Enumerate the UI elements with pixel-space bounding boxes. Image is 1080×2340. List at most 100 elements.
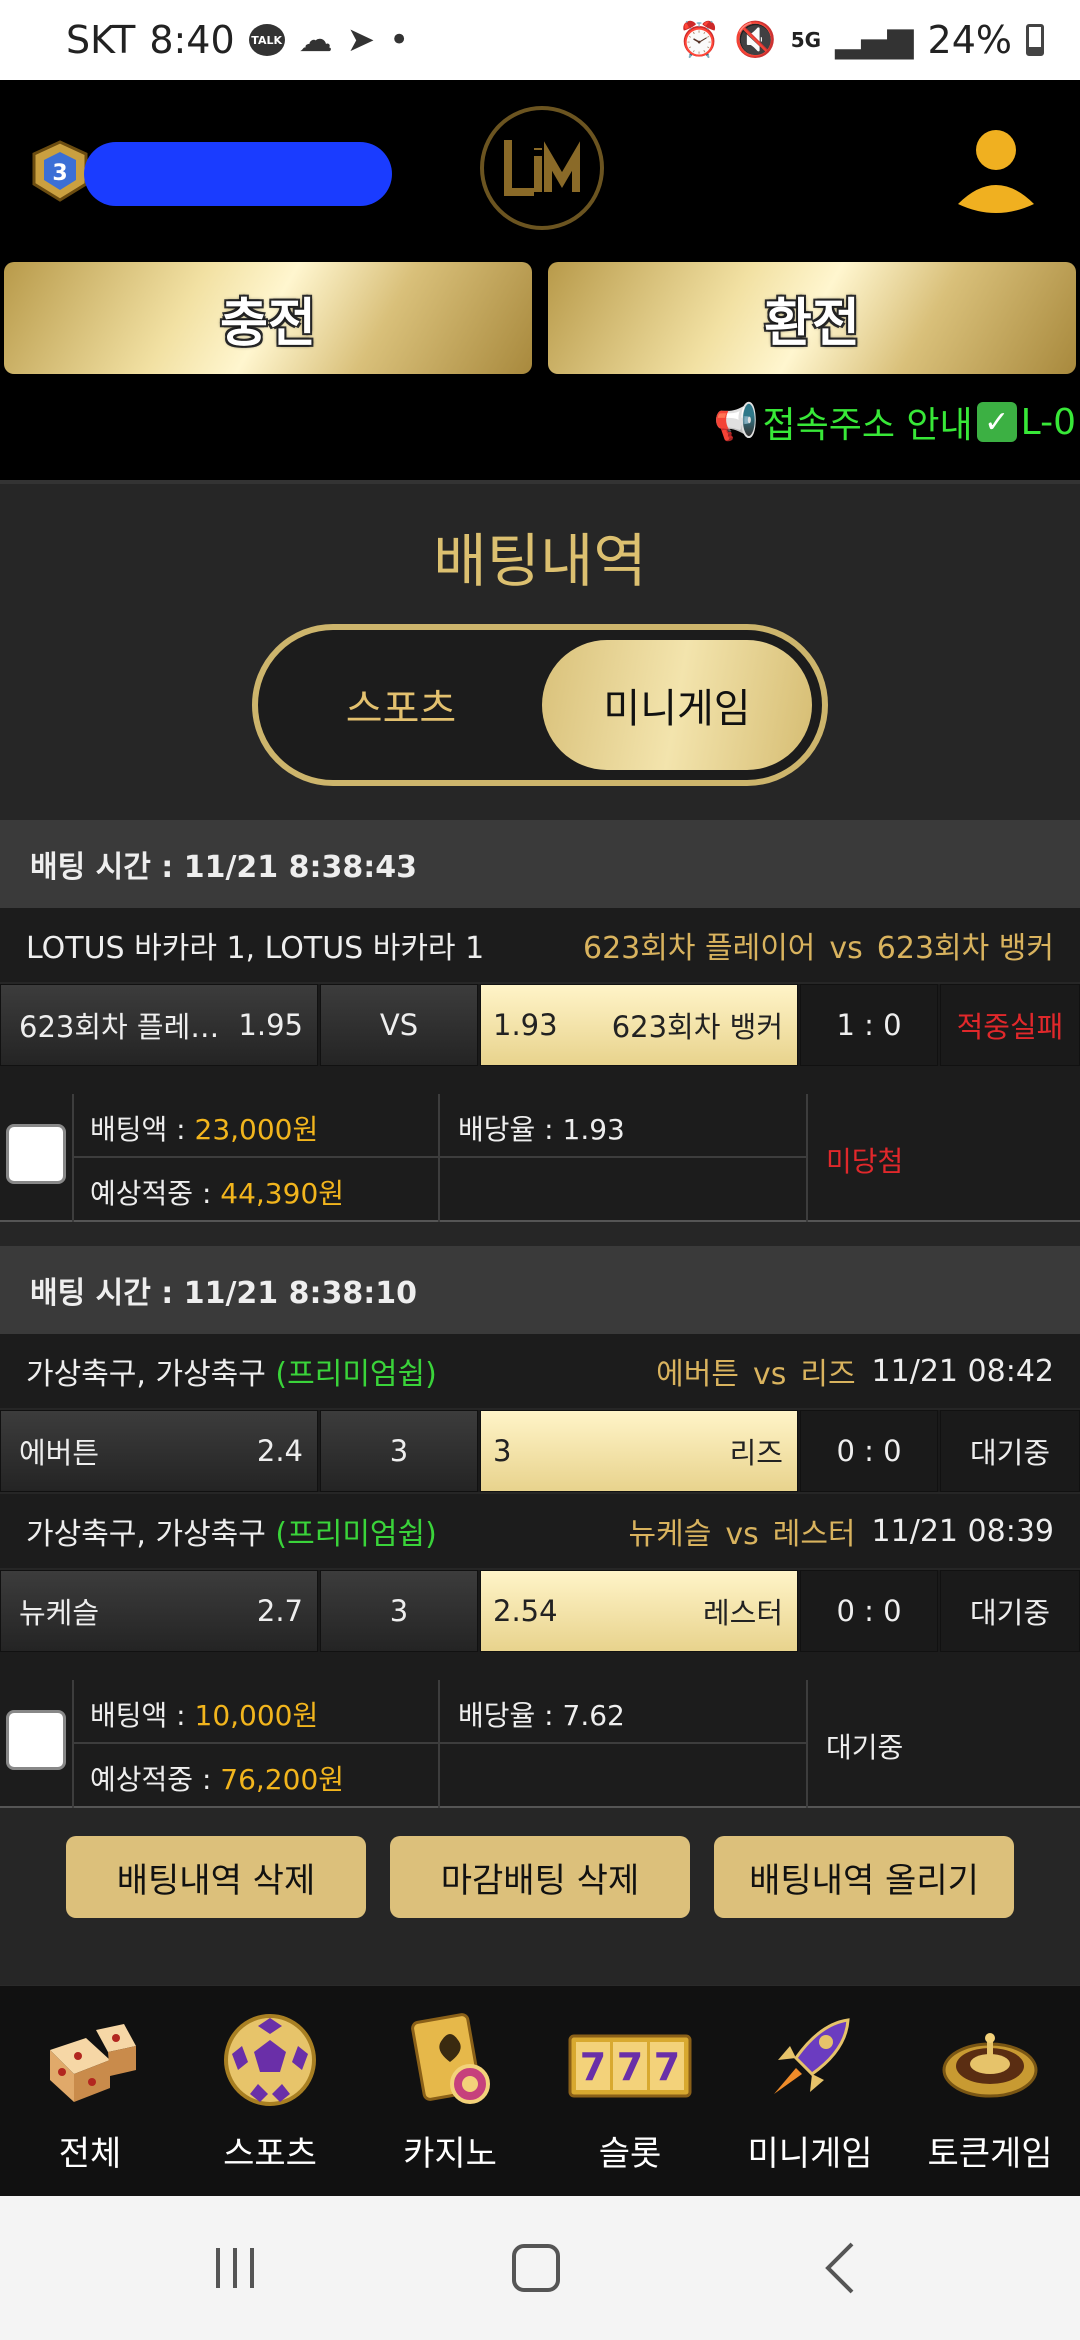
nav-all[interactable]: 전체 [0, 1986, 180, 2196]
notice-text: 접속주소 안내 [762, 405, 973, 446]
nav-label: 전체 [58, 2134, 122, 2174]
carrier-text: SKT [66, 18, 136, 62]
nav-slot[interactable]: 7 7 7 슬롯 [540, 1986, 720, 2196]
away-odds-cell[interactable]: 1.93 623회차 뱅커 [480, 984, 798, 1066]
nav-label: 스포츠 [223, 2134, 317, 2174]
game-info-row: 가상축구, 가상축구 (프리미엄쉽) 뉴케슬 vs 레스터 11/21 08:39 [0, 1494, 1080, 1568]
nav-casino[interactable]: 카지노 [360, 1986, 540, 2196]
alarm-icon: ⏰ [678, 20, 721, 60]
svg-text:3: 3 [52, 161, 67, 186]
odds-rate: 배당율 : 7.62 [458, 1699, 625, 1732]
username-redacted [84, 142, 392, 206]
bet-select-checkbox[interactable] [6, 1710, 66, 1770]
battery-icon [1026, 24, 1044, 56]
away-odds-cell[interactable]: 2.54 레스터 [480, 1570, 798, 1652]
bottom-navigation: 전체 스포츠 카지노 7 7 7 슬롯 미니게임 토큰게임 [0, 1986, 1080, 2196]
nav-minigame[interactable]: 미니게임 [720, 1986, 900, 2196]
site-logo [480, 106, 604, 230]
svg-text:7: 7 [654, 2045, 680, 2089]
bet-select-checkbox[interactable] [6, 1124, 66, 1184]
kakaotalk-icon: TALK [248, 24, 285, 56]
result-status: 적중실패 [940, 984, 1080, 1066]
svg-text:7: 7 [580, 2045, 606, 2089]
upload-history-button[interactable]: 배팅내역 올리기 [714, 1836, 1014, 1918]
checkmark-icon: ✓ [976, 402, 1017, 442]
nav-label: 슬롯 [598, 2134, 662, 2174]
result-status: 대기중 [940, 1570, 1080, 1652]
notice-banner[interactable]: 📢 접속주소 안내 ✓ L-0 [714, 396, 1076, 448]
nav-label: 카지노 [403, 2134, 497, 2174]
page-title: 배팅내역 [433, 527, 647, 595]
draw-cell[interactable]: 3 [320, 1570, 478, 1652]
rank-badge-icon: 3 [32, 140, 88, 202]
notice-suffix: L-0 [1020, 401, 1076, 443]
odds-rate: 배당율 : 1.93 [458, 1113, 625, 1146]
roulette-icon [942, 2033, 1038, 2098]
bet-time-header: 배팅 시간 : 11/21 8:38:10 [0, 1246, 1080, 1334]
cards-chip-icon [411, 2013, 490, 2104]
result-status: 대기중 [940, 1410, 1080, 1492]
score-cell: 0 : 0 [800, 1570, 938, 1652]
clock-text: 8:40 [149, 18, 235, 62]
slot-777-icon: 7 7 7 [568, 2034, 692, 2098]
nav-label: 미니게임 [747, 2134, 873, 2174]
nav-label: 토큰게임 [927, 2134, 1053, 2174]
game-info-row: 가상축구, 가상축구 (프리미엄쉽) 에버튼 vs 리즈 11/21 08:42 [0, 1334, 1080, 1408]
score-cell: 1 : 0 [800, 984, 938, 1066]
bet-summary: 배팅액 : 23,000원 배당율 : 1.93 예상적중 : 44,390원 … [0, 1066, 1080, 1222]
game-time: 11/21 08:39 [871, 1513, 1054, 1549]
megaphone-icon: 📢 [713, 402, 759, 443]
action-bar: 배팅내역 삭제 마감배팅 삭제 배팅내역 올리기 [0, 1836, 1080, 1986]
charge-button[interactable]: 충전 [4, 262, 532, 374]
betting-history-panel: 배팅내역 스포츠 미니게임 배팅 시간 : 11/21 8:38:43 LOTU… [0, 480, 1080, 1985]
match-teams: 뉴케슬 vs 레스터 [628, 1517, 856, 1552]
dot-icon: • [389, 20, 410, 60]
tab-sports[interactable]: 스포츠 [266, 640, 536, 770]
dice-icon [50, 2024, 136, 2102]
expected-win: 예상적중 : 76,200원 [90, 1763, 345, 1796]
bet-amount: 배팅액 : 10,000원 [90, 1699, 319, 1732]
battery-percent: 24% [927, 18, 1012, 62]
match-teams: 에버튼 vs 리즈 [656, 1357, 856, 1392]
svg-text:7: 7 [617, 2045, 643, 2089]
score-cell: 0 : 0 [800, 1410, 938, 1492]
back-icon[interactable] [820, 2240, 860, 2296]
bet-time-header: 배팅 시간 : 11/21 8:38:43 [0, 820, 1080, 908]
home-odds-cell[interactable]: 623회차 플레… 1.95 [0, 984, 318, 1066]
game-time: 11/21 08:42 [871, 1353, 1054, 1389]
system-navigation-bar [0, 2196, 1080, 2340]
away-odds-cell[interactable]: 3 리즈 [480, 1410, 798, 1492]
delete-history-button[interactable]: 배팅내역 삭제 [66, 1836, 366, 1918]
status-bar: SKT 8:40 TALK ☁ ➤ • ⏰ 🔇 5G ▂▄▆ 24% [0, 0, 1080, 80]
bet-result: 미당첨 [826, 1145, 904, 1178]
network-5g-icon: 5G [790, 28, 822, 52]
telegram-icon: ➤ [346, 20, 376, 60]
signal-icon: ▂▄▆ [835, 20, 914, 60]
draw-cell[interactable]: VS [320, 984, 478, 1066]
home-odds-cell[interactable]: 뉴케슬 2.7 [0, 1570, 318, 1652]
nav-token-game[interactable]: 토큰게임 [900, 1986, 1080, 2196]
cloud-icon: ☁ [298, 20, 333, 60]
category-toggle: 스포츠 미니게임 [252, 624, 828, 786]
recent-apps-icon[interactable] [210, 2242, 260, 2292]
game-info-row: LOTUS 바카라 1, LOTUS 바카라 1 623회차 플레이어 vs 623… [0, 908, 1080, 982]
expected-win: 예상적중 : 44,390원 [90, 1177, 345, 1210]
delete-closed-bets-button[interactable]: 마감배팅 삭제 [390, 1836, 690, 1918]
mute-icon: 🔇 [734, 20, 777, 60]
bet-summary: 배팅액 : 10,000원 배당율 : 7.62 예상적중 : 76,200원 … [0, 1652, 1080, 1808]
odds-row: 에버튼 2.4 3 3 리즈 0 : 0 대기중 [0, 1410, 1080, 1492]
odds-row: 뉴케슬 2.7 3 2.54 레스터 0 : 0 대기중 [0, 1570, 1080, 1652]
home-odds-cell[interactable]: 에버튼 2.4 [0, 1410, 318, 1492]
game-name: LOTUS 바카라 1, LOTUS 바카라 1 [26, 931, 485, 966]
game-name: 가상축구, 가상축구 (프리미엄쉽) [26, 1517, 437, 1552]
home-icon[interactable] [510, 2242, 564, 2296]
bet-amount: 배팅액 : 23,000원 [90, 1113, 319, 1146]
match-teams: 623회차 플레이어 vs 623회차 뱅커 [583, 931, 1054, 966]
user-profile-icon[interactable] [954, 126, 1038, 216]
nav-sports[interactable]: 스포츠 [180, 1986, 360, 2196]
draw-cell[interactable]: 3 [320, 1410, 478, 1492]
app-header: 3 충전 환전 📢 접속주소 안내 ✓ L-0 [0, 80, 1080, 480]
bet-result: 대기중 [826, 1731, 904, 1764]
exchange-button[interactable]: 환전 [548, 262, 1076, 374]
tab-minigame[interactable]: 미니게임 [542, 640, 812, 770]
